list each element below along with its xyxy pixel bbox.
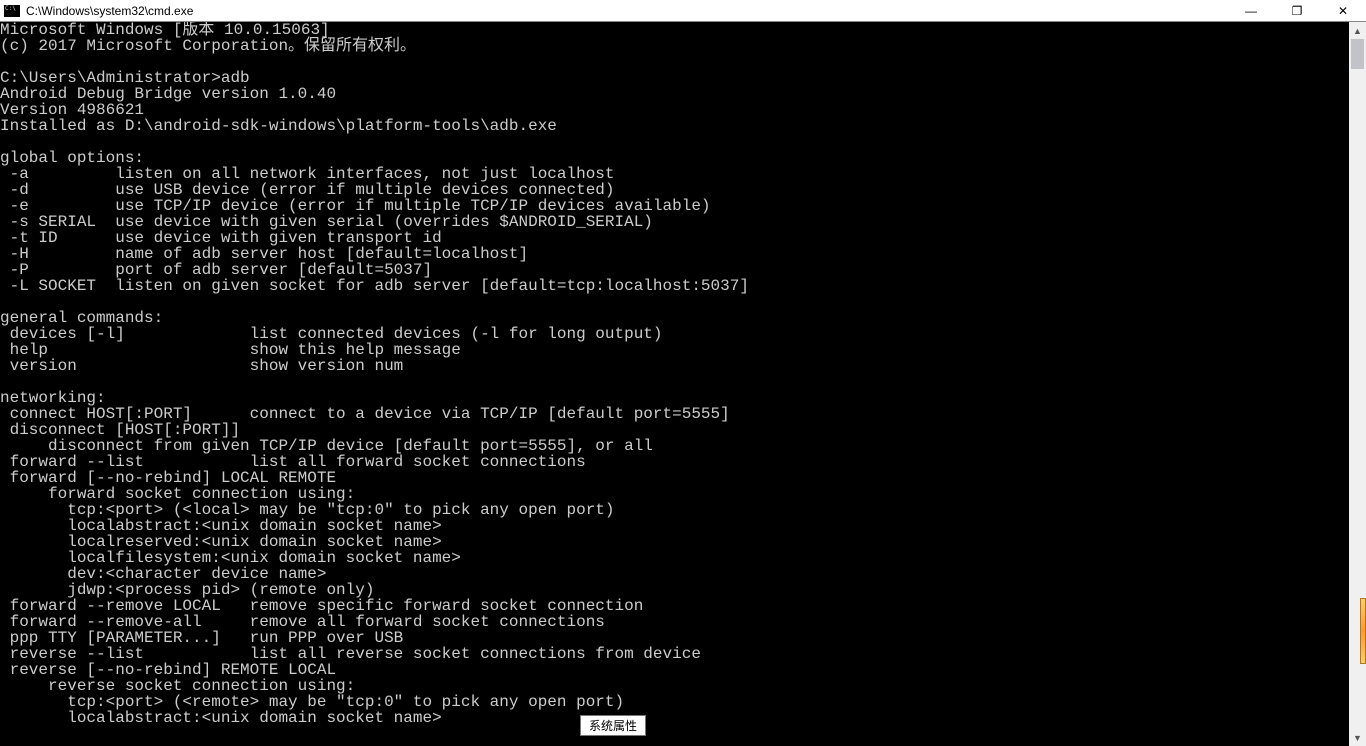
tooltip: 系统属性 (580, 715, 646, 736)
titlebar[interactable]: C:\Windows\system32\cmd.exe — ❐ ✕ (0, 0, 1366, 22)
window-title: C:\Windows\system32\cmd.exe (26, 4, 193, 18)
scrollbar-thumb[interactable] (1351, 39, 1364, 69)
maximize-icon: ❐ (1292, 4, 1303, 18)
terminal-area: Microsoft Windows [版本 10.0.15063] (c) 20… (0, 22, 1366, 746)
window-controls: — ❐ ✕ (1228, 0, 1366, 21)
cmd-window: C:\Windows\system32\cmd.exe — ❐ ✕ Micros… (0, 0, 1366, 746)
close-icon: ✕ (1338, 4, 1348, 18)
scroll-up-arrow[interactable]: ▲ (1349, 22, 1366, 39)
close-button[interactable]: ✕ (1320, 0, 1366, 21)
terminal-output[interactable]: Microsoft Windows [版本 10.0.15063] (c) 20… (0, 22, 1349, 746)
minimize-icon: — (1245, 4, 1257, 18)
tooltip-text: 系统属性 (589, 719, 637, 733)
maximize-button[interactable]: ❐ (1274, 0, 1320, 21)
minimize-button[interactable]: — (1228, 0, 1274, 21)
scroll-down-arrow[interactable]: ▼ (1349, 729, 1366, 746)
cmd-icon (4, 5, 20, 17)
side-indicator (1360, 598, 1366, 664)
